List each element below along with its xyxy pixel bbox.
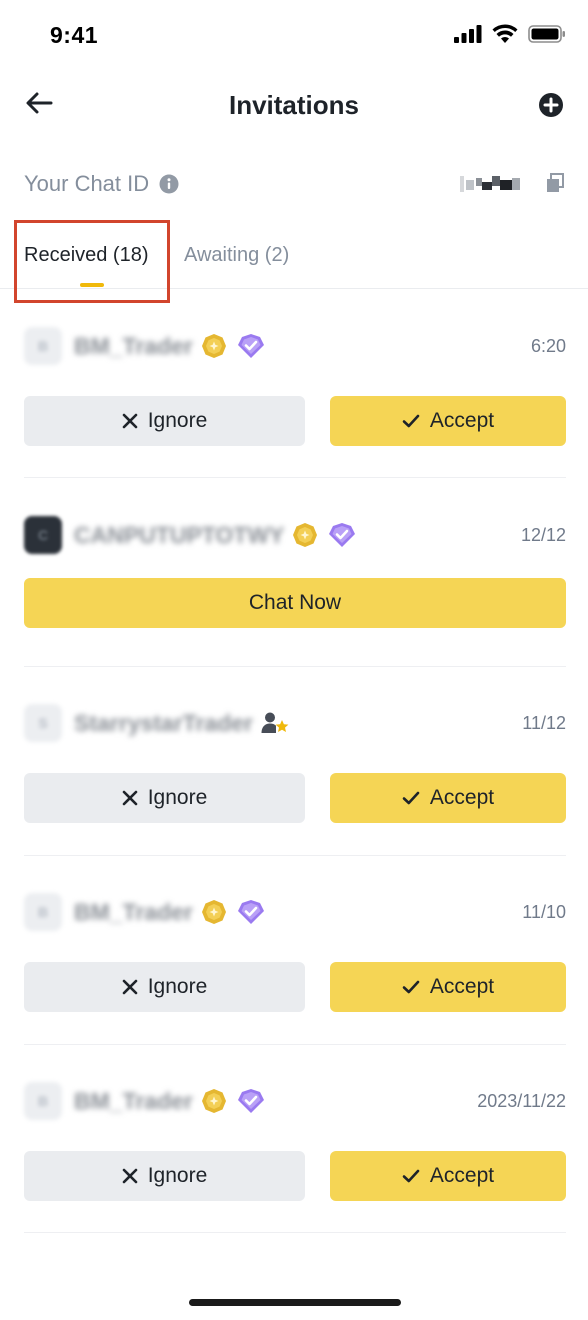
close-icon bbox=[122, 979, 138, 995]
diamond-badge-icon bbox=[237, 899, 265, 925]
accept-label: Accept bbox=[429, 975, 495, 998]
ignore-button[interactable]: Ignore bbox=[24, 396, 305, 446]
close-icon bbox=[122, 413, 138, 429]
divider bbox=[24, 1232, 566, 1233]
highlight-annotation-box bbox=[14, 220, 170, 303]
accept-label: Accept bbox=[429, 409, 495, 432]
gold-badge-icon bbox=[292, 522, 318, 548]
invitation-time: 6:20 bbox=[530, 336, 566, 356]
avatar: B bbox=[24, 327, 62, 365]
divider bbox=[24, 477, 566, 478]
chat-id-row: Your Chat ID bbox=[24, 162, 564, 206]
invitation-item: C CANPUTUPTOTWY 12/12 Chat Now bbox=[24, 515, 566, 628]
accept-button[interactable]: Accept bbox=[330, 773, 566, 823]
status-icons bbox=[454, 24, 566, 48]
divider bbox=[24, 1044, 566, 1045]
status-time: 9:41 bbox=[50, 22, 99, 48]
user-star-icon bbox=[261, 711, 289, 735]
page-title: Invitations bbox=[228, 90, 359, 120]
ignore-button[interactable]: Ignore bbox=[24, 962, 305, 1012]
invitation-time: 11/10 bbox=[522, 902, 566, 922]
chat-id-value-masked bbox=[460, 174, 522, 194]
status-bar: 9:41 bbox=[0, 0, 588, 72]
avatar: S bbox=[24, 704, 62, 742]
avatar: B bbox=[24, 893, 62, 931]
invitation-time: 2023/11/22 bbox=[477, 1091, 566, 1111]
diamond-badge-icon bbox=[328, 522, 356, 548]
ignore-label: Ignore bbox=[147, 1164, 208, 1187]
username: BM_Trader bbox=[74, 898, 193, 925]
gold-badge-icon bbox=[201, 899, 227, 925]
username: BM_Trader bbox=[74, 332, 193, 359]
invitation-time: 11/12 bbox=[522, 713, 566, 733]
accept-button[interactable]: Accept bbox=[330, 396, 566, 446]
chat-now-button[interactable]: Chat Now bbox=[24, 578, 566, 628]
action-row: Ignore Accept bbox=[24, 1151, 566, 1201]
username: CANPUTUPTOTWY bbox=[74, 521, 285, 548]
action-row: Ignore Accept bbox=[24, 396, 566, 446]
check-icon bbox=[402, 413, 420, 429]
username: StarrystarTrader bbox=[74, 709, 253, 736]
check-icon bbox=[402, 790, 420, 806]
ignore-label: Ignore bbox=[147, 409, 208, 432]
nav-bar: Invitations bbox=[0, 72, 588, 142]
username: BM_Trader bbox=[74, 1087, 193, 1114]
gold-badge-icon bbox=[201, 333, 227, 359]
copy-icon[interactable] bbox=[546, 173, 564, 198]
plus-circle-icon bbox=[538, 93, 564, 122]
info-icon[interactable] bbox=[159, 174, 179, 194]
action-row: Ignore Accept bbox=[24, 962, 566, 1012]
invitation-item: S StarrystarTrader 11/12 Ignore Accept bbox=[24, 703, 566, 823]
tab-awaiting[interactable]: Awaiting (2) bbox=[184, 244, 289, 267]
action-row: Ignore Accept bbox=[24, 773, 566, 823]
action-row: Chat Now bbox=[24, 578, 566, 628]
invitation-time: 12/12 bbox=[520, 525, 566, 545]
chat-id-label: Your Chat ID bbox=[24, 171, 150, 196]
divider bbox=[24, 666, 566, 667]
accept-label: Accept bbox=[429, 1164, 495, 1187]
add-button[interactable] bbox=[538, 92, 564, 123]
divider bbox=[24, 855, 566, 856]
check-icon bbox=[402, 979, 420, 995]
ignore-button[interactable]: Ignore bbox=[24, 1151, 305, 1201]
ignore-label: Ignore bbox=[147, 975, 208, 998]
diamond-badge-icon bbox=[237, 1088, 265, 1114]
close-icon bbox=[122, 790, 138, 806]
invitation-item: B BM_Trader 11/10 Ignore Accept bbox=[24, 892, 566, 1012]
invitation-item: B BM_Trader 6:20 Ignore Accept bbox=[24, 326, 566, 446]
avatar: B bbox=[24, 1082, 62, 1120]
wifi-icon bbox=[492, 24, 518, 48]
accept-button[interactable]: Accept bbox=[330, 962, 566, 1012]
avatar: C bbox=[24, 516, 62, 554]
home-indicator bbox=[189, 1299, 401, 1306]
accept-button[interactable]: Accept bbox=[330, 1151, 566, 1201]
gold-badge-icon bbox=[201, 1088, 227, 1114]
diamond-badge-icon bbox=[237, 333, 265, 359]
close-icon bbox=[122, 1168, 138, 1184]
check-icon bbox=[402, 1168, 420, 1184]
invitation-item: B BM_Trader 2023/11/22 Ignore Accept bbox=[24, 1081, 566, 1201]
accept-label: Accept bbox=[429, 786, 495, 809]
signal-icon bbox=[454, 24, 482, 48]
ignore-label: Ignore bbox=[147, 786, 208, 809]
battery-icon bbox=[528, 24, 566, 48]
ignore-button[interactable]: Ignore bbox=[24, 773, 305, 823]
